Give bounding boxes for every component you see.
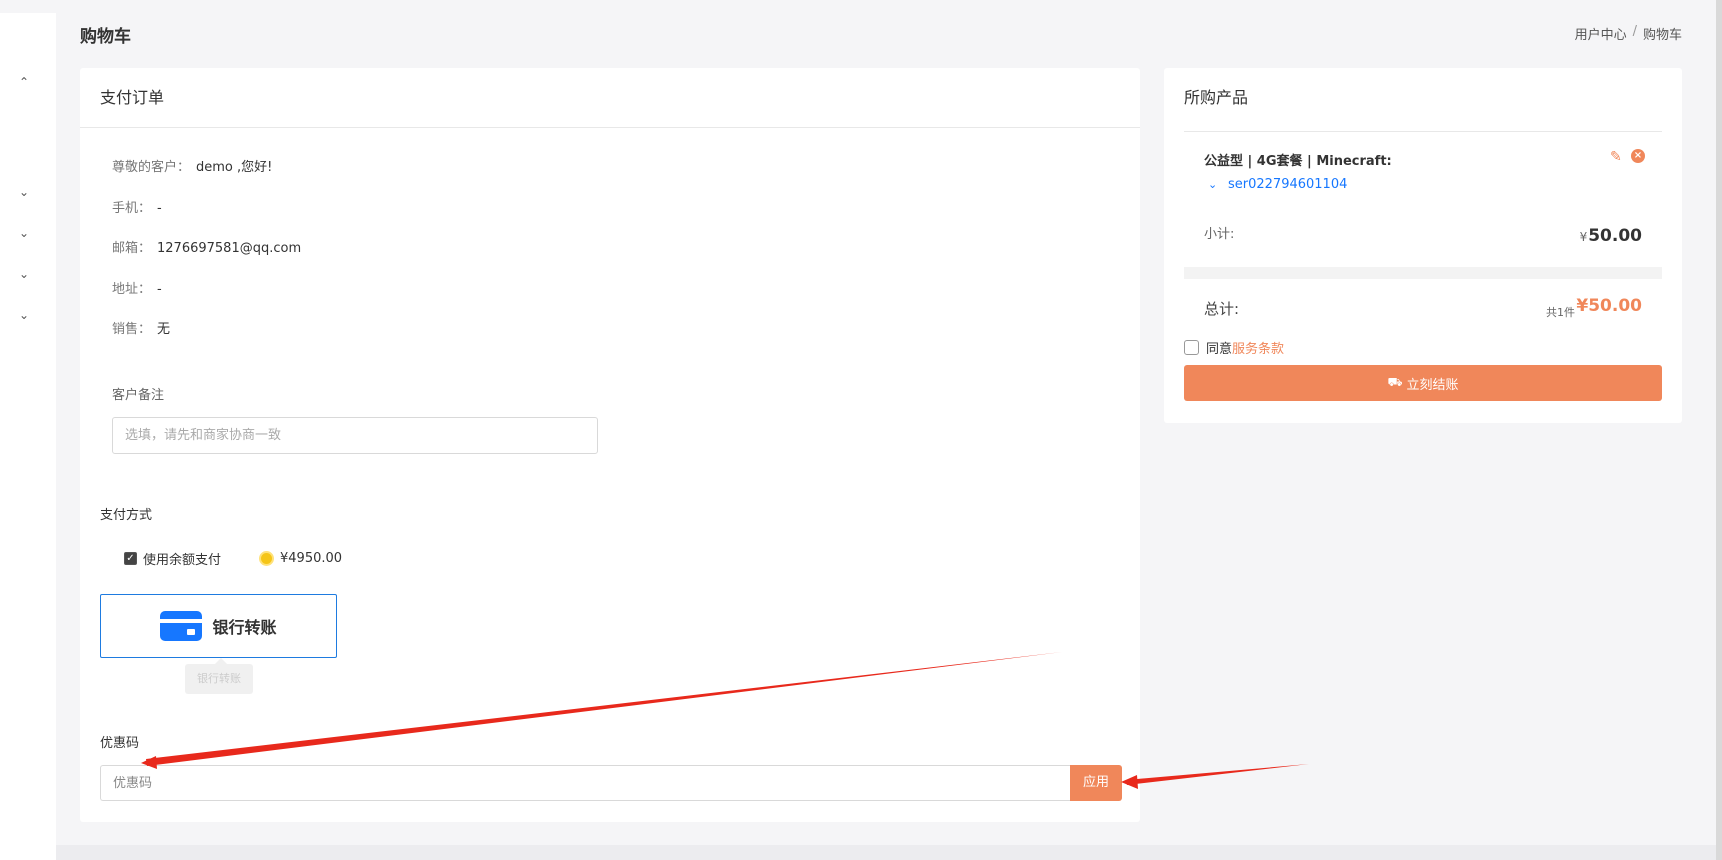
phone-value: - <box>157 201 162 216</box>
coin-icon <box>259 551 275 566</box>
chevron-down-icon[interactable]: ⌄ <box>17 185 31 199</box>
email-row: 邮箱： 1276697581@qq.com <box>112 237 301 256</box>
customer-label: 尊敬的客户： <box>112 160 191 175</box>
sales-value: 无 <box>157 322 171 337</box>
coupon-label: 优惠码 <box>100 736 140 751</box>
subtotal-value: ¥50.00 <box>1580 226 1642 246</box>
agree-label[interactable]: 同意 <box>1206 338 1232 357</box>
page-title: 购物车 <box>80 27 131 47</box>
breadcrumb: 用户中心 / 购物车 <box>1575 24 1682 43</box>
bottom-band <box>56 845 1716 860</box>
apply-coupon-button[interactable]: 应用 <box>1070 765 1122 801</box>
balance-checkbox[interactable]: ✓ <box>124 552 137 565</box>
side-rail: ⌃ ⌄ ⌄ ⌄ ⌄ <box>0 13 56 860</box>
product-name: 公益型 | 4G套餐 | Minecraft: <box>1204 154 1392 169</box>
total-value: ¥50.00 <box>1576 296 1642 316</box>
breadcrumb-cart: 购物车 <box>1642 28 1682 43</box>
customer-row: 尊敬的客户： demo ,您好! <box>112 156 272 175</box>
phone-label: 手机： <box>112 201 152 216</box>
top-bar <box>0 0 1716 13</box>
summary-separator <box>1184 267 1662 279</box>
bank-transfer-tooltip: 银行转账 <box>185 658 253 694</box>
cart-divider <box>1184 131 1662 132</box>
sales-label: 销售： <box>112 322 152 337</box>
balance-amount: ¥4950.00 <box>280 551 343 566</box>
email-label: 邮箱： <box>112 241 152 256</box>
balance-pay-label[interactable]: 使用余额支付 <box>143 549 221 568</box>
bank-transfer-label: 银行转账 <box>212 618 277 637</box>
email-value: 1276697581@qq.com <box>157 241 302 256</box>
chevron-up-icon[interactable]: ⌃ <box>17 75 31 89</box>
terms-link[interactable]: 服务条款 <box>1232 338 1284 357</box>
close-circle-icon[interactable]: × <box>1631 149 1645 163</box>
address-row: 地址： - <box>112 278 162 297</box>
subtotal-amount: 50.00 <box>1588 226 1642 246</box>
terms-agree-row: 同意 服务条款 <box>1184 338 1284 357</box>
chevron-down-icon[interactable]: ⌄ <box>1208 178 1217 191</box>
bank-transfer-option[interactable]: 银行转账 <box>100 594 337 658</box>
remark-input[interactable] <box>112 417 598 454</box>
truck-icon: ⛟ <box>1387 375 1403 389</box>
chevron-down-icon[interactable]: ⌄ <box>17 308 31 322</box>
customer-value: demo ,您好! <box>196 160 273 175</box>
bank-card-icon <box>160 611 203 641</box>
address-value: - <box>157 282 162 297</box>
sales-row: 销售： 无 <box>112 318 170 337</box>
cart-summary-card: 所购产品 公益型 | 4G套餐 | Minecraft: ✎ × ⌄ ser02… <box>1164 68 1682 423</box>
scrollbar[interactable] <box>1716 0 1722 860</box>
payment-method-label: 支付方式 <box>100 508 153 523</box>
phone-row: 手机： - <box>112 197 162 216</box>
subtotal-label: 小计: <box>1204 227 1235 242</box>
chevron-down-icon[interactable]: ⌄ <box>17 267 31 281</box>
breadcrumb-separator: / <box>1632 24 1637 39</box>
server-id-link[interactable]: ser022794601104 <box>1228 177 1347 192</box>
chevron-down-icon[interactable]: ⌄ <box>17 226 31 240</box>
pencil-icon[interactable]: ✎ <box>1610 149 1622 165</box>
payment-order-card: 支付订单 尊敬的客户： demo ,您好! 手机： - 邮箱： 1276697581@… <box>80 68 1140 822</box>
subtotal-currency: ¥ <box>1579 230 1588 244</box>
balance-pay-row: ✓ 使用余额支付 ¥4950.00 <box>124 549 342 568</box>
coupon-input[interactable] <box>100 765 1070 801</box>
address-label: 地址： <box>112 282 152 297</box>
checkout-button[interactable]: ⛟ 立刻结账 <box>1184 365 1662 401</box>
checkout-label: 立刻结账 <box>1406 377 1459 393</box>
total-item-count: 共1件 <box>1546 306 1575 319</box>
breadcrumb-user-center[interactable]: 用户中心 <box>1575 24 1627 43</box>
cart-page: ⌃ ⌄ ⌄ ⌄ ⌄ 购物车 用户中心 / 购物车 支付订单 尊敬的客户： demo… <box>0 0 1722 860</box>
agree-checkbox[interactable] <box>1184 340 1199 355</box>
payment-order-title: 支付订单 <box>80 68 1140 128</box>
total-label: 总计: <box>1204 300 1240 318</box>
remark-label: 客户备注 <box>112 388 165 403</box>
cart-title: 所购产品 <box>1184 88 1249 107</box>
